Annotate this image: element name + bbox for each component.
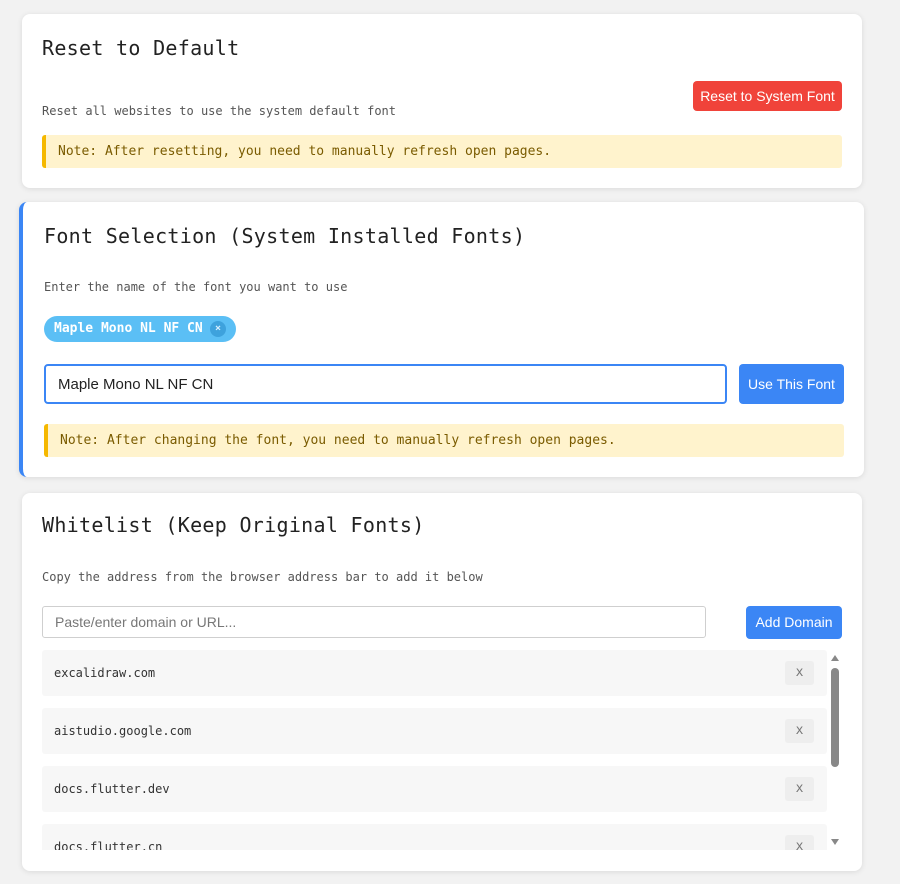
domain-text: docs.flutter.cn	[54, 840, 163, 850]
scroll-up-icon[interactable]	[831, 655, 839, 661]
reset-note: Note: After resetting, you need to manua…	[42, 135, 842, 168]
domain-text: docs.flutter.dev	[54, 782, 170, 796]
reset-section: Reset to Default Reset all websites to u…	[22, 14, 862, 188]
font-name-input[interactable]	[44, 364, 727, 404]
font-selection-note: Note: After changing the font, you need …	[44, 424, 844, 457]
domain-text: aistudio.google.com	[54, 724, 192, 738]
whitelist-title: Whitelist (Keep Original Fonts)	[42, 513, 425, 537]
domain-input[interactable]	[42, 606, 706, 638]
domain-text: excalidraw.com	[54, 666, 156, 680]
use-this-font-button[interactable]: Use This Font	[739, 364, 844, 404]
font-selection-section: Font Selection (System Installed Fonts) …	[19, 202, 864, 477]
remove-domain-button[interactable]: x	[785, 835, 814, 850]
reset-description: Reset all websites to use the system def…	[42, 104, 397, 118]
font-selection-title: Font Selection (System Installed Fonts)	[44, 224, 526, 248]
scroll-down-icon[interactable]	[831, 839, 839, 845]
list-item: aistudio.google.com x	[42, 708, 827, 754]
scroll-thumb[interactable]	[831, 668, 839, 767]
whitelist-description: Copy the address from the browser addres…	[42, 570, 483, 584]
reset-to-system-font-button[interactable]: Reset to System Font	[693, 81, 842, 111]
font-selection-description: Enter the name of the font you want to u…	[44, 280, 348, 294]
list-item: docs.flutter.dev x	[42, 766, 827, 812]
chip-remove-icon[interactable]: ×	[210, 321, 226, 337]
selected-font-chip[interactable]: Maple Mono NL NF CN ×	[44, 316, 236, 342]
selected-font-chip-label: Maple Mono NL NF CN	[54, 321, 203, 336]
domain-list[interactable]: excalidraw.com x aistudio.google.com x d…	[42, 650, 842, 850]
list-scrollbar[interactable]	[828, 650, 842, 850]
reset-title: Reset to Default	[42, 36, 240, 60]
list-item: docs.flutter.cn x	[42, 824, 827, 850]
whitelist-section: Whitelist (Keep Original Fonts) Copy the…	[22, 493, 862, 871]
remove-domain-button[interactable]: x	[785, 777, 814, 801]
add-domain-button[interactable]: Add Domain	[746, 606, 842, 639]
list-item: excalidraw.com x	[42, 650, 827, 696]
remove-domain-button[interactable]: x	[785, 661, 814, 685]
remove-domain-button[interactable]: x	[785, 719, 814, 743]
